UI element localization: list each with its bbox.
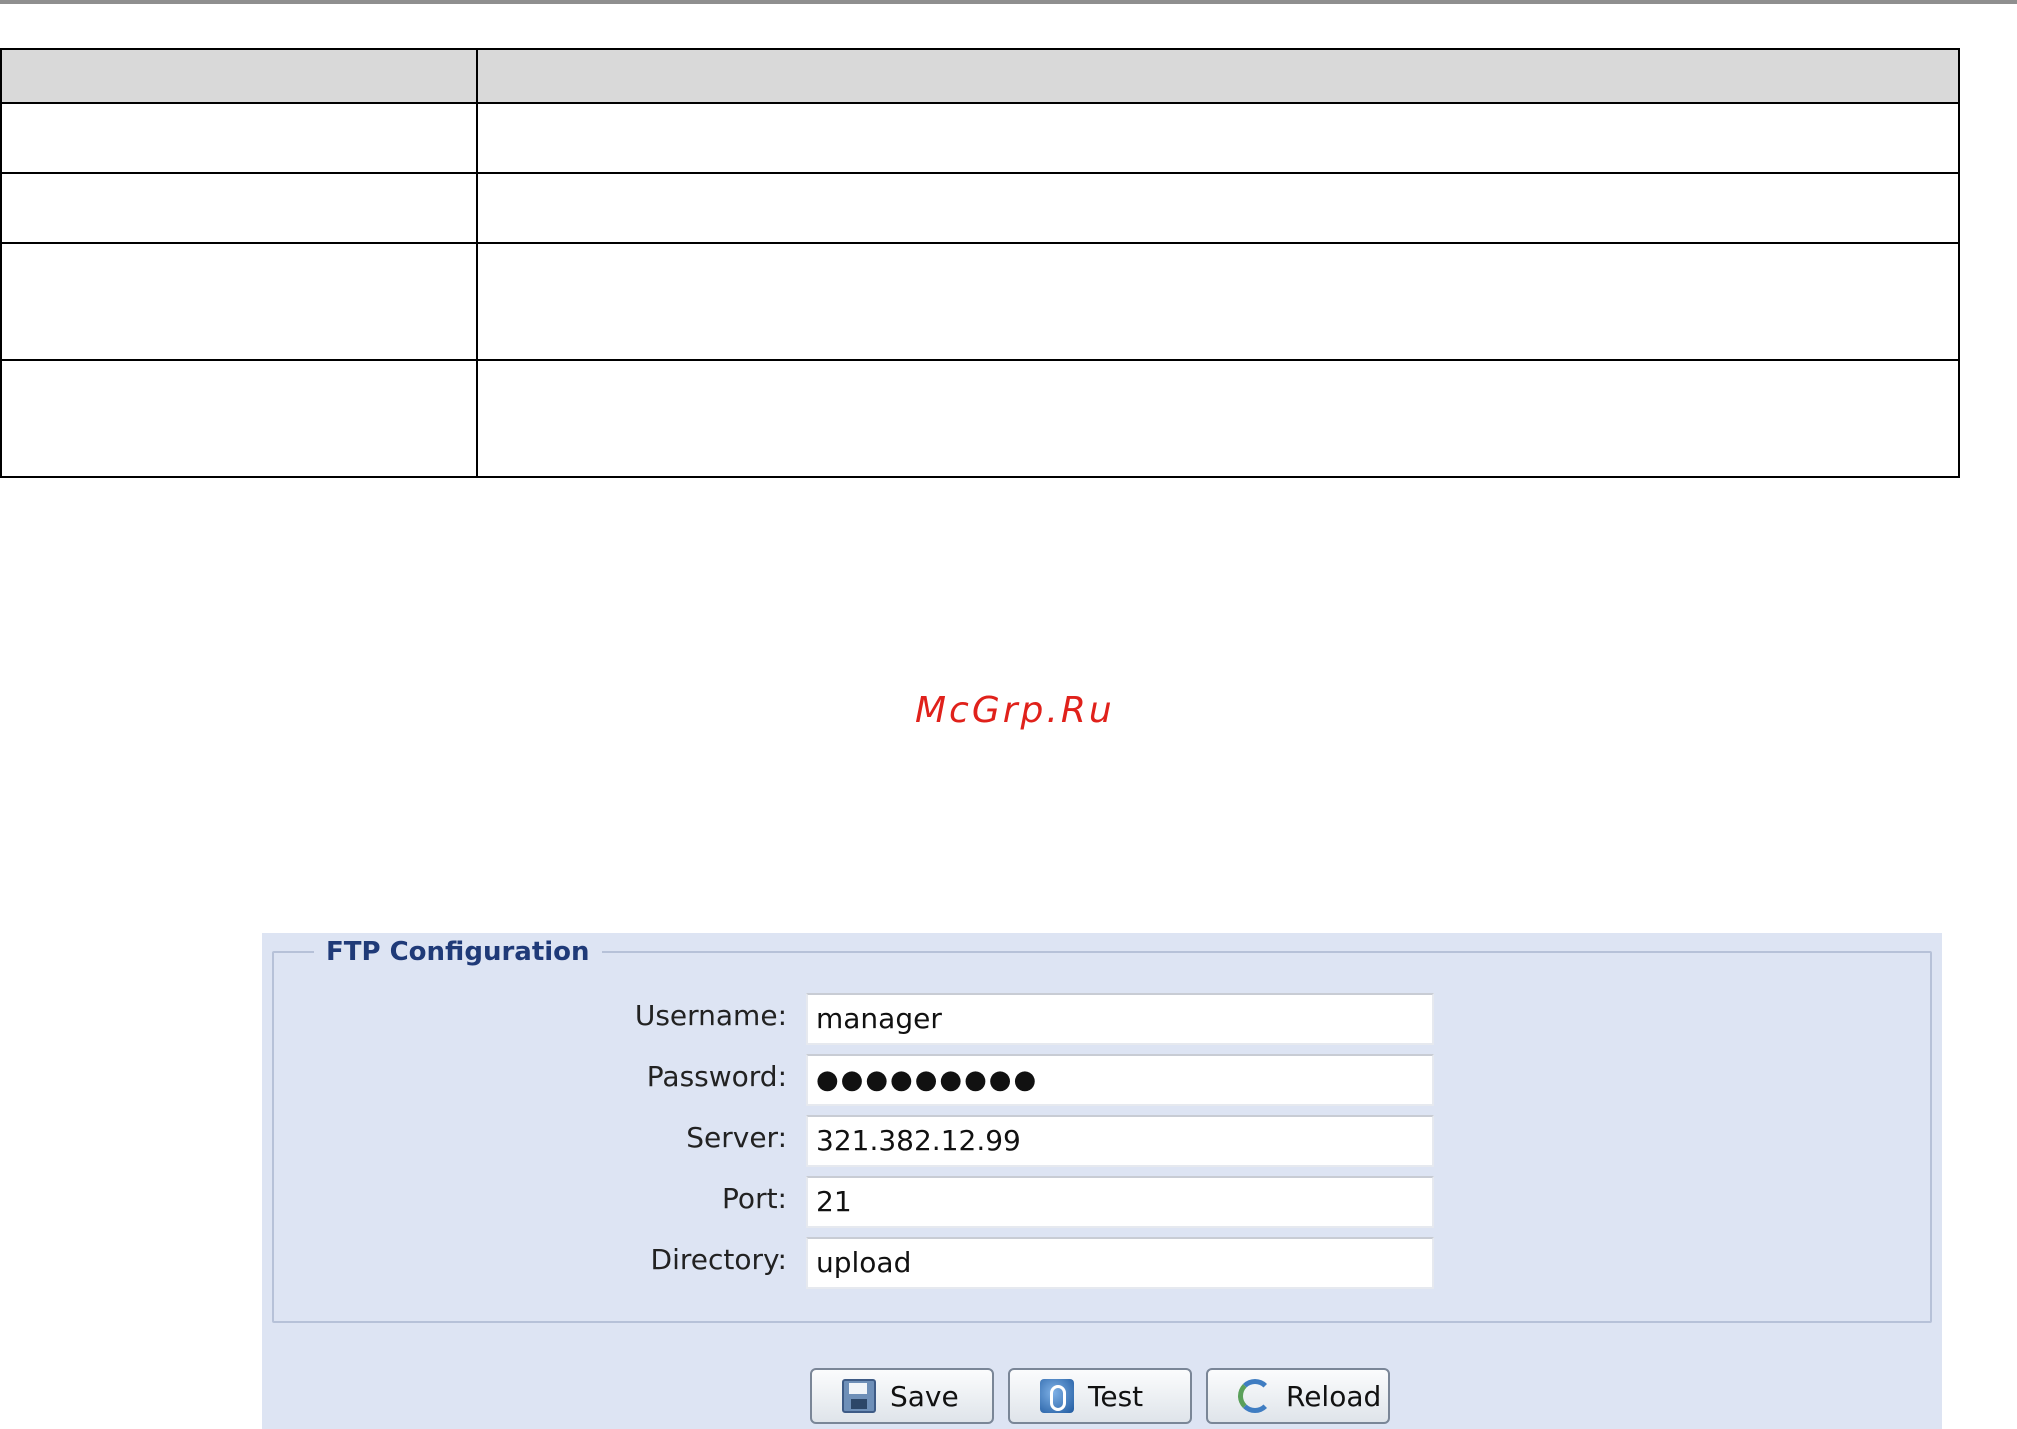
table-row (0, 359, 1960, 478)
directory-label: Directory: (650, 1243, 787, 1276)
test-button-label: Test (1088, 1379, 1144, 1413)
table-cell (0, 102, 478, 174)
port-label: Port: (722, 1182, 787, 1215)
save-icon (842, 1379, 876, 1413)
password-row: Password: ●●●●●●●●● (274, 1054, 1934, 1106)
server-row: Server: 321.382.12.99 (274, 1115, 1934, 1167)
ftp-configuration-panel: FTP Configuration Username: manager Pass… (262, 933, 1942, 1429)
table-cell (476, 102, 1960, 174)
ftp-fieldset: FTP Configuration Username: manager Pass… (272, 935, 1934, 1323)
test-button[interactable]: Test (1008, 1368, 1192, 1424)
table-cell (0, 359, 478, 478)
server-label: Server: (686, 1121, 787, 1154)
port-row: Port: 21 (274, 1176, 1934, 1228)
save-button-label: Save (890, 1379, 959, 1413)
table-header-cell (476, 48, 1960, 104)
username-row: Username: manager (274, 993, 1934, 1045)
directory-row: Directory: upload (274, 1237, 1934, 1289)
document-table (0, 48, 1960, 478)
table-row (0, 242, 1960, 361)
password-input[interactable]: ●●●●●●●●● (806, 1054, 1434, 1106)
ftp-legend: FTP Configuration (314, 935, 602, 969)
directory-input[interactable]: upload (806, 1237, 1434, 1289)
table-cell (476, 242, 1960, 361)
table-header-cell (0, 48, 478, 104)
server-input[interactable]: 321.382.12.99 (806, 1115, 1434, 1167)
username-label: Username: (634, 999, 787, 1032)
table-cell (476, 359, 1960, 478)
table-cell (476, 172, 1960, 244)
table-header-row (0, 48, 1960, 104)
reload-icon (1238, 1379, 1272, 1413)
port-input[interactable]: 21 (806, 1176, 1434, 1228)
button-row: Save Test Reload (262, 1368, 1942, 1426)
test-icon (1040, 1379, 1074, 1413)
table-cell (0, 172, 478, 244)
table-row (0, 172, 1960, 244)
username-input[interactable]: manager (806, 993, 1434, 1045)
reload-button[interactable]: Reload (1206, 1368, 1390, 1424)
table-cell (0, 242, 478, 361)
save-button[interactable]: Save (810, 1368, 994, 1424)
watermark: McGrp.Ru (915, 690, 1115, 731)
table-row (0, 102, 1960, 174)
reload-button-label: Reload (1286, 1379, 1382, 1413)
password-label: Password: (646, 1060, 787, 1093)
top-rule (0, 0, 2017, 4)
